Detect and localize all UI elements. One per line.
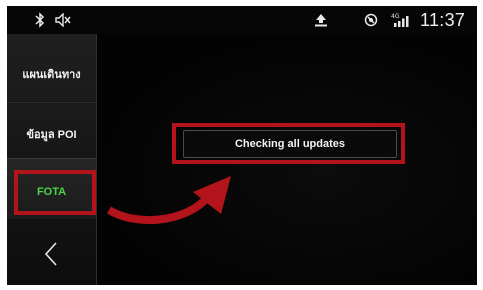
bluetooth-icon [35, 6, 49, 34]
svg-text:4G: 4G [391, 13, 400, 20]
chevron-left-icon [43, 241, 59, 272]
speaker-mute-icon [55, 6, 73, 34]
upload-icon [314, 6, 330, 34]
back-button[interactable] [35, 240, 67, 272]
nfc-icon [364, 6, 380, 34]
sidebar-item-label: ข้อมูล POI [26, 129, 77, 141]
sidebar-item-route[interactable]: แผนเดินทาง [7, 46, 96, 103]
highlight-check-updates [172, 123, 405, 164]
signal-4g-icon: 4G [391, 6, 413, 34]
sidebar-item-poi[interactable]: ข้อมูล POI [7, 106, 96, 162]
sidebar: แผนเดินทาง ข้อมูล POI FOTA [7, 34, 97, 285]
curved-arrow-icon [106, 176, 231, 224]
status-bar: 4G 11:37 [7, 6, 477, 34]
sidebar-item-label: แผนเดินทาง [22, 69, 81, 81]
clock: 11:37 [420, 9, 466, 30]
highlight-fota [14, 170, 96, 215]
